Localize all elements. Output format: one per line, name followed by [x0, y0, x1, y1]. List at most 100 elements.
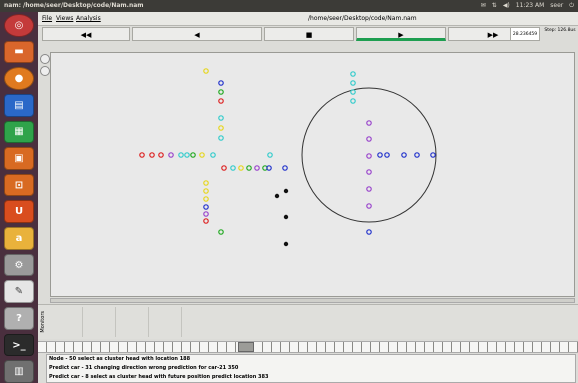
- network-node[interactable]: [246, 165, 252, 171]
- network-node[interactable]: [218, 98, 224, 104]
- rewind-button[interactable]: ◀◀: [42, 27, 130, 41]
- network-node[interactable]: [218, 115, 224, 121]
- network-node[interactable]: [190, 152, 196, 158]
- cluster-range-circle: [301, 87, 437, 223]
- window-title: nam: /home/seer/Desktop/code/Nam.nam: [4, 2, 144, 9]
- zoom-out-icon[interactable]: [40, 66, 50, 76]
- network-node[interactable]: [203, 204, 209, 210]
- network-node[interactable]: [203, 188, 209, 194]
- nam-window: File Views Analysis /home/seer/Desktop/c…: [38, 12, 578, 383]
- calc-icon[interactable]: ▦: [4, 120, 34, 144]
- launcher: ◎ ▬ ● ▤ ▦ ▣ ⊡ U a ⚙ ✎ ? >_ ▥: [0, 12, 38, 383]
- network-node[interactable]: [350, 98, 356, 104]
- monitors-panel: Monitors: [38, 304, 578, 339]
- play-button[interactable]: ▶: [356, 27, 446, 41]
- file-path: /home/seer/Desktop/code/Nam.nam: [308, 15, 417, 22]
- menu-views[interactable]: Views: [56, 12, 73, 25]
- network-node[interactable]: [218, 229, 224, 235]
- network-node[interactable]: [218, 135, 224, 141]
- network-node[interactable]: [350, 89, 356, 95]
- network-node[interactable]: [283, 214, 289, 220]
- network-node[interactable]: [366, 203, 372, 209]
- network-node[interactable]: [210, 152, 216, 158]
- menu-file[interactable]: File: [42, 12, 52, 25]
- back-button[interactable]: ◀: [132, 27, 262, 41]
- network-node[interactable]: [168, 152, 174, 158]
- network-node[interactable]: [350, 80, 356, 86]
- network-node[interactable]: [366, 153, 372, 159]
- network-node[interactable]: [218, 89, 224, 95]
- network-node[interactable]: [350, 71, 356, 77]
- network-node[interactable]: [203, 211, 209, 217]
- monitor-slot[interactable]: [50, 307, 83, 337]
- log-line: Predict car - 31 changing direction wron…: [49, 365, 239, 371]
- network-node[interactable]: [283, 188, 289, 194]
- network-node[interactable]: [401, 152, 407, 158]
- network-node[interactable]: [221, 165, 227, 171]
- menu-analysis[interactable]: Analysis: [76, 12, 101, 25]
- network-node[interactable]: [178, 152, 184, 158]
- network-node[interactable]: [158, 152, 164, 158]
- network-node[interactable]: [218, 80, 224, 86]
- network-node[interactable]: [414, 152, 420, 158]
- files-icon[interactable]: ▬: [4, 40, 34, 64]
- time-slider-thumb[interactable]: [238, 342, 254, 352]
- network-node[interactable]: [203, 218, 209, 224]
- time-slider[interactable]: [38, 341, 578, 353]
- software-center-icon[interactable]: ⊡: [4, 173, 34, 197]
- network-node[interactable]: [283, 241, 289, 247]
- network-node[interactable]: [254, 165, 260, 171]
- ubuntu-one-icon[interactable]: U: [4, 200, 34, 224]
- clock[interactable]: 11:23 AM: [516, 0, 544, 12]
- settings-icon[interactable]: ⚙: [4, 253, 34, 277]
- network-node[interactable]: [238, 165, 244, 171]
- amazon-icon[interactable]: a: [4, 227, 34, 250]
- log-line: Predict car - 8 select as cluster head w…: [49, 374, 269, 380]
- network-node[interactable]: [218, 125, 224, 131]
- network-node[interactable]: [366, 120, 372, 126]
- network-node[interactable]: [203, 68, 209, 74]
- time-display: 28.236459: [510, 27, 540, 41]
- monitor-slot[interactable]: [116, 307, 149, 337]
- system-tray: ✉ ⇅ ◀) 11:23 AM seer ⏻: [481, 0, 574, 12]
- network-node[interactable]: [139, 152, 145, 158]
- user-name[interactable]: seer: [550, 0, 563, 12]
- network-node[interactable]: [377, 152, 383, 158]
- stop-button[interactable]: ■: [264, 27, 354, 41]
- network-node[interactable]: [149, 152, 155, 158]
- network-node[interactable]: [384, 152, 390, 158]
- horizontal-scrollbar[interactable]: [50, 298, 575, 303]
- step-label[interactable]: Step: 126.8us: [542, 27, 578, 41]
- network-node[interactable]: [430, 152, 436, 158]
- writer-icon[interactable]: ▤: [4, 93, 34, 117]
- power-icon[interactable]: ⏻: [569, 0, 574, 12]
- monitor-slot[interactable]: [83, 307, 116, 337]
- volume-icon[interactable]: ◀): [503, 0, 510, 12]
- trash-icon[interactable]: ▥: [4, 360, 34, 383]
- mail-icon[interactable]: ✉: [481, 0, 486, 12]
- network-node[interactable]: [366, 229, 372, 235]
- network-node[interactable]: [267, 152, 273, 158]
- animation-canvas[interactable]: [50, 52, 575, 297]
- network-node[interactable]: [203, 196, 209, 202]
- monitor-slot[interactable]: [149, 307, 182, 337]
- network-icon[interactable]: ⇅: [492, 0, 497, 12]
- network-node[interactable]: [184, 152, 190, 158]
- network-node[interactable]: [366, 169, 372, 175]
- annotation-log: Node - 50 select as cluster head with lo…: [46, 354, 576, 383]
- network-node[interactable]: [230, 165, 236, 171]
- network-node[interactable]: [366, 186, 372, 192]
- impress-icon[interactable]: ▣: [4, 147, 34, 170]
- network-node[interactable]: [274, 193, 280, 199]
- zoom-in-icon[interactable]: [40, 54, 50, 64]
- text-editor-icon[interactable]: ✎: [4, 280, 34, 304]
- network-node[interactable]: [203, 180, 209, 186]
- network-node[interactable]: [366, 136, 372, 142]
- network-node[interactable]: [282, 165, 288, 171]
- log-line: Node - 50 select as cluster head with lo…: [49, 356, 191, 362]
- dash-icon[interactable]: ◎: [4, 14, 34, 37]
- help-icon[interactable]: ?: [4, 307, 34, 330]
- network-node[interactable]: [199, 152, 205, 158]
- terminal-icon[interactable]: >_: [4, 333, 34, 357]
- firefox-icon[interactable]: ●: [4, 67, 34, 90]
